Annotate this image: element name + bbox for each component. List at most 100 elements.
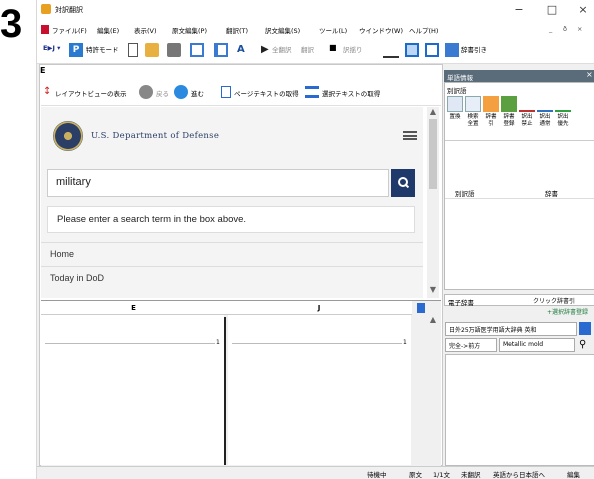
translate-button[interactable]: 翻訳: [301, 44, 314, 54]
menu-source-edit[interactable]: 原文編集(P): [172, 25, 207, 35]
word-info-close-icon[interactable]: ×: [586, 70, 594, 82]
search-input[interactable]: military: [47, 169, 389, 197]
scroll-down-icon[interactable]: ▼: [427, 285, 439, 295]
layout-split-icon[interactable]: [190, 43, 204, 57]
browser-nav-bar: ↕ レイアウトビューの表示 戻る 進む ページテキストの取得 選択テキストの取得: [41, 78, 441, 106]
source-language-label: E: [40, 66, 46, 75]
forbid-output-icon[interactable]: [519, 96, 535, 112]
dictionary-select[interactable]: 日外25万語医学用語大辞典 英和: [445, 322, 577, 336]
search-message: Please enter a search term in the box ab…: [47, 206, 415, 233]
selection-text-icon[interactable]: [305, 86, 319, 98]
back-button[interactable]: 戻る: [156, 88, 169, 98]
menu-window[interactable]: ウインドウ(W): [359, 25, 403, 35]
status-direction: 英語から日本語へ: [493, 471, 545, 479]
select-dictionary-register-link[interactable]: +選択辞書登録: [547, 307, 588, 316]
match-mode-select[interactable]: 完全->前方: [445, 338, 497, 352]
title-bar: 対訳翻訳 − □ ×: [37, 0, 594, 22]
open-folder-icon[interactable]: [145, 43, 159, 57]
play-icon[interactable]: ▶: [261, 43, 271, 57]
candidates-button[interactable]: 訳揺り: [343, 44, 363, 54]
status-edit-mode: 編集: [567, 471, 580, 479]
query-input[interactable]: Metallic mold: [499, 338, 575, 352]
grid-scrollbar[interactable]: ▲: [427, 315, 439, 465]
target-sentence-pane[interactable]: 1: [228, 315, 411, 465]
scroll-up-icon[interactable]: ▲: [427, 107, 439, 117]
doc-icon: [41, 25, 49, 34]
grid-view-icon[interactable]: [405, 43, 419, 57]
layout-view-button[interactable]: レイアウトビューの表示: [55, 88, 127, 98]
mdi-restore-button[interactable]: ð: [563, 25, 567, 33]
menu-edit[interactable]: 編集(E): [97, 25, 119, 35]
get-page-text-button[interactable]: ページテキストの取得: [234, 88, 299, 98]
hamburger-menu-icon[interactable]: [403, 131, 417, 140]
alternatives-label: 別訳語: [447, 87, 467, 95]
close-button[interactable]: ×: [570, 2, 594, 18]
mdi-minimize-button[interactable]: _: [549, 25, 552, 33]
back-icon[interactable]: [139, 85, 153, 99]
dictionary-register-icon[interactable]: [501, 96, 517, 112]
pane-divider[interactable]: [224, 317, 226, 465]
site-name[interactable]: U.S. Department of Defense: [91, 131, 219, 141]
sentence-line-source: [45, 343, 215, 344]
new-doc-icon[interactable]: [128, 43, 138, 57]
search-replace-icon[interactable]: [465, 96, 481, 112]
dictionary-icon[interactable]: [445, 43, 459, 57]
column-header-source: E: [41, 301, 226, 315]
priority-output-icon[interactable]: [555, 96, 571, 112]
grid-scroll-up-icon[interactable]: ▲: [427, 315, 439, 325]
menu-target-edit[interactable]: 訳文編集(S): [265, 25, 300, 35]
page-text-icon[interactable]: [221, 86, 231, 98]
status-sentence-count: 1/1文: [433, 471, 450, 479]
menu-view[interactable]: 表示(V): [134, 25, 157, 35]
layout-columns-icon[interactable]: [214, 43, 228, 57]
forward-button[interactable]: 進む: [191, 88, 204, 98]
nav-link-home[interactable]: Home: [41, 242, 423, 266]
dictionary-book-icon[interactable]: [579, 322, 591, 335]
menu-tools[interactable]: ツール(L): [319, 25, 347, 35]
search-button[interactable]: [391, 169, 415, 197]
get-selected-text-button[interactable]: 選択テキストの取得: [322, 88, 380, 98]
status-original: 原文: [409, 471, 422, 479]
binoculars-icon[interactable]: ⚲: [579, 338, 591, 351]
alt-word-column-header: 別訳語: [455, 190, 475, 198]
mdi-close-button[interactable]: ×: [577, 25, 582, 33]
search-replace-label: 検索 全置: [467, 114, 479, 127]
full-translate-button[interactable]: 全翻訳: [272, 44, 292, 54]
app-icon: [41, 4, 51, 14]
priority-output-label: 訳出 優先: [557, 114, 569, 127]
stop-button[interactable]: ■: [329, 43, 337, 52]
horizontal-view-icon[interactable]: [425, 43, 439, 57]
app-window: 対訳翻訳 − □ × ファイル(F) 編集(E) 表示(V) 原文編集(P) 翻…: [36, 0, 594, 479]
underline-icon[interactable]: [383, 50, 399, 58]
word-info-divider: [445, 140, 594, 141]
menu-translate[interactable]: 翻訳(T): [226, 25, 248, 35]
web-view: U.S. Department of Defense military Plea…: [41, 107, 423, 298]
nav-link-today[interactable]: Today in DoD: [41, 266, 423, 290]
maximize-button[interactable]: □: [539, 2, 565, 18]
main-toolbar: E▶J ▾ P 特許モード A ▶ 全翻訳 翻訳 ■ 訳揺り 辞書引き: [37, 38, 594, 64]
sync-icon[interactable]: [417, 303, 425, 313]
source-sentence-pane[interactable]: 1: [41, 315, 224, 465]
normal-output-icon[interactable]: [537, 96, 553, 112]
forward-icon[interactable]: [174, 85, 188, 99]
dictionary-column-header: 辞書: [545, 190, 558, 198]
web-scrollbar[interactable]: ▲ ▼: [427, 107, 439, 298]
dictionary-lookup-icon[interactable]: [483, 96, 499, 112]
menu-file[interactable]: ファイル(F): [52, 25, 87, 35]
dictionary-result-area: [445, 354, 594, 466]
minimize-button[interactable]: −: [506, 2, 532, 18]
scroll-thumb[interactable]: [429, 119, 437, 189]
step-number: 3: [0, 2, 23, 46]
click-lookup-checkbox[interactable]: クリック辞書引: [533, 296, 575, 305]
dictionary-lookup-label: 辞書引: [485, 114, 497, 127]
bilingual-grid: E J 1 1 ▲: [41, 300, 441, 466]
print-icon[interactable]: [167, 43, 181, 57]
direction-select[interactable]: E▶J ▾: [43, 44, 60, 52]
dictionary-lookup-button[interactable]: 辞書引き: [461, 44, 487, 54]
patent-mode-button[interactable]: 特許モード: [86, 44, 119, 54]
menu-help[interactable]: ヘルプ(H): [409, 25, 438, 35]
replace-icon[interactable]: [447, 96, 463, 112]
dod-seal-icon[interactable]: [53, 121, 83, 151]
menu-bar: ファイル(F) 編集(E) 表示(V) 原文編集(P) 翻訳(T) 訳文編集(S…: [37, 22, 594, 38]
font-size-icon[interactable]: A: [237, 43, 251, 57]
